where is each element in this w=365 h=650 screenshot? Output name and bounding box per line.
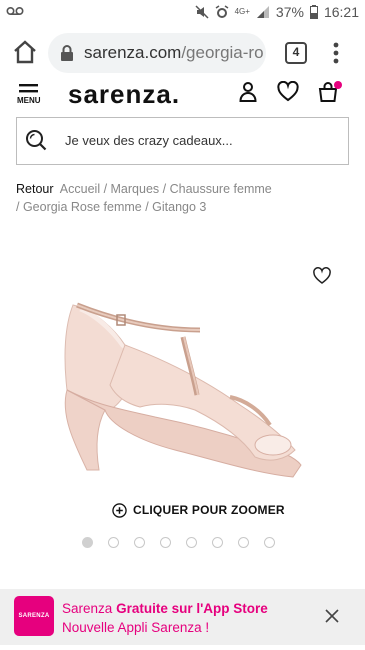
sarenza-logo[interactable]: sarenza. (68, 79, 180, 110)
alarm-icon (215, 5, 228, 18)
search-placeholder: Je veux des crazy cadeaux... (65, 133, 233, 148)
clock: 16:21 (323, 4, 359, 20)
network-type: 4G+ (234, 7, 250, 16)
search-input[interactable]: Je veux des crazy cadeaux... (16, 117, 349, 165)
search-icon (26, 130, 47, 151)
close-icon[interactable] (324, 608, 340, 624)
plus-circle-icon (112, 502, 127, 518)
browser-toolbar: sarenza.com/georgia-ro 4 (0, 25, 365, 81)
gallery-dot[interactable] (212, 537, 223, 548)
breadcrumb-item-marques[interactable]: / Marques (104, 182, 160, 196)
add-to-wishlist-icon[interactable] (313, 267, 331, 285)
more-menu-icon[interactable] (328, 41, 344, 65)
breadcrumb-item-accueil[interactable]: Accueil (60, 182, 100, 196)
wishlist-icon[interactable] (277, 81, 299, 103)
breadcrumb-item-georgia-rose[interactable]: / Georgia Rose femme (16, 200, 142, 214)
banner-text[interactable]: Sarenza Gratuite sur l'App Store Nouvell… (62, 599, 312, 637)
lock-icon (61, 45, 73, 61)
bottom-edge (0, 645, 365, 650)
url-domain: sarenza.com (84, 43, 182, 62)
zoom-button[interactable]: CLIQUER POUR ZOOMER (112, 500, 285, 520)
breadcrumb-item-chaussure-femme[interactable]: / Chaussure femme (163, 182, 272, 196)
menu-label[interactable]: MENU (17, 96, 41, 105)
banner-brand: Sarenza (62, 601, 113, 616)
breadcrumb-back-link[interactable]: Retour (16, 182, 54, 196)
cart-notification-dot (334, 81, 342, 89)
url-path: /georgia-ro (181, 43, 264, 62)
app-install-banner[interactable]: SARENZA Sarenza Gratuite sur l'App Store… (0, 589, 365, 645)
mute-icon (195, 5, 209, 19)
breadcrumb-item-gitango: / Gitango 3 (145, 200, 207, 214)
battery-icon (309, 5, 318, 19)
url-text: sarenza.com/georgia-ro (84, 43, 264, 63)
home-icon[interactable] (12, 39, 38, 65)
site-header: MENU sarenza. (0, 79, 365, 111)
banner-bold-text: Gratuite sur l'App Store (116, 601, 268, 616)
status-bar: 4G+ 37% 16:21 (0, 0, 365, 25)
gallery-dot[interactable] (186, 537, 197, 548)
voicemail-icon (6, 4, 24, 21)
banner-rest-text: Nouvelle Appli Sarenza ! (62, 620, 210, 635)
address-bar[interactable]: sarenza.com/georgia-ro (48, 33, 266, 73)
account-icon[interactable] (237, 81, 259, 103)
gallery-dot[interactable] (108, 537, 119, 548)
signal-icon (256, 6, 269, 18)
zoom-label: CLIQUER POUR ZOOMER (133, 503, 285, 517)
breadcrumb: Retour Accueil / Marques / Chaussure fem… (16, 180, 356, 216)
battery-level: 37% (275, 4, 304, 20)
product-gallery[interactable] (0, 255, 365, 485)
gallery-dot[interactable] (264, 537, 275, 548)
sarenza-app-icon[interactable]: SARENZA (14, 596, 54, 636)
product-image-shoe[interactable] (55, 285, 315, 485)
gallery-dot[interactable] (160, 537, 171, 548)
gallery-dot[interactable] (134, 537, 145, 548)
tab-switcher-button[interactable]: 4 (285, 42, 307, 64)
gallery-dot[interactable] (82, 537, 93, 548)
gallery-pagination (82, 537, 275, 548)
gallery-dot[interactable] (238, 537, 249, 548)
